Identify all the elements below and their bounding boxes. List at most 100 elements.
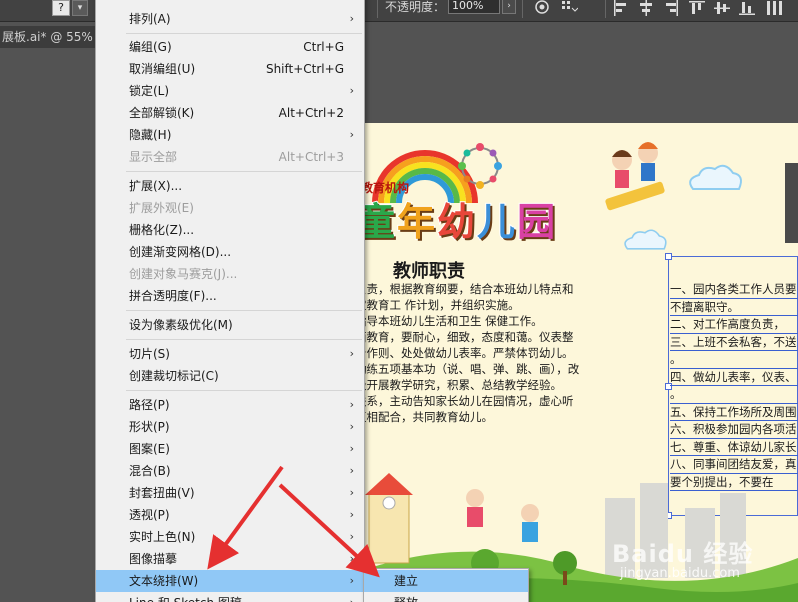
menu-item-unlock-all[interactable]: 全部解锁(K) Alt+Ctrl+2 [96,102,364,124]
menu-item-text-wrap[interactable]: 文本绕排(W) › [96,570,364,592]
menu-divider [126,339,362,340]
duties-text: 负责，根据教育纲要，结合本班幼儿特点和 定教育工 作计划，并组织实施。 指导本班… [355,281,605,425]
toolbar-divider [377,0,378,18]
opacity-label: 不透明度： [385,0,446,14]
menu-item-pixel-perfect[interactable]: 设为像素级优化(M) [96,314,364,336]
menu-item-shortcut: Alt+Ctrl+2 [278,106,344,120]
submenu-arrow-icon: › [349,420,354,433]
watermark-brand: Baidu 经验 [612,540,754,568]
menu-item-lock[interactable]: 锁定(L) › [96,80,364,102]
menu-item-live-paint[interactable]: 实时上色(N) › [96,526,364,548]
object-context-menu: 排列(A) › 编组(G) Ctrl+G 取消编组(U) Shift+Ctrl+G 锁… [95,0,365,602]
ferris-wheel-illustration [458,143,502,189]
menu-item-label: 实时上色(N) [129,530,196,544]
help-toggle-button[interactable]: ? [52,0,70,16]
distribute-icon[interactable] [765,0,783,16]
menu-item-arrange[interactable]: 排列(A) › [96,8,364,30]
submenu-arrow-icon: › [349,128,354,141]
menu-item-label: 排列(A) [129,12,171,26]
menu-item-label: 隐藏(H) [129,128,172,142]
menu-item-blend[interactable]: 混合(B) › [96,460,364,482]
rules-line: 三、上班不会私客，不送 [670,334,798,351]
title-char: 儿 [476,199,518,245]
duties-line: 负责，根据教育纲要，结合本班幼儿特点和 [355,282,574,296]
menu-item-shortcut: Ctrl+G [303,40,344,54]
opacity-input[interactable]: 100% [448,0,500,14]
chevron-down-icon[interactable]: ▾ [72,0,88,16]
menu-item-label: 创建渐变网格(D)... [129,245,232,259]
document-tab[interactable]: 展板.ai* @ 55% [0,26,100,48]
align-horizontal-center-icon[interactable] [637,0,655,16]
submenu-arrow-icon: › [349,12,354,25]
duties-line: 互相配合，共同教育幼儿。 [355,410,493,424]
menu-item-slice[interactable]: 切片(S) › [96,343,364,365]
duties-line: 面教育，要耐心，细致，态度和蔼。仪表整 [355,330,574,344]
menu-item-create-gradient-mesh[interactable]: 创建渐变网格(D)... [96,241,364,263]
align-bottom-icon[interactable] [738,0,756,16]
menu-item-rasterize[interactable]: 栅格化(Z)... [96,219,364,241]
submenu-arrow-icon: › [349,347,354,360]
menu-item-label: 编组(G) [129,40,172,54]
menu-item-label: 封套扭曲(V) [129,486,195,500]
recolor-artwork-icon[interactable] [533,0,551,16]
duties-line: 定教育工 作计划，并组织实施。 [355,298,520,312]
selection-handle[interactable] [665,253,672,260]
menu-item-label: 扩展(X)... [129,179,183,193]
menu-item-shortcut: Alt+Ctrl+3 [278,150,344,164]
kids-pencil-illustration [605,142,665,211]
dark-panel-edge [785,163,798,243]
menu-item-label: Line 和 Sketch 图稿 [129,592,242,602]
menu-item-label: 混合(B) [129,464,171,478]
menu-item-path[interactable]: 路径(P) › [96,394,364,416]
submenu-arrow-icon: › [350,592,354,602]
rules-line: 四、做幼儿表率，仪表、 [670,369,798,386]
menu-item-label: 全部解锁(K) [129,106,195,120]
illustrator-window: ? ▾ 不透明度： 100% › 展板.ai* @ 55% 教育机构 童年幼儿园… [0,0,798,602]
menu-item-ungroup[interactable]: 取消编组(U) Shift+Ctrl+G [96,58,364,80]
menu-item-label: 文本绕排(W) [129,574,199,588]
align-left-icon[interactable] [612,0,630,16]
menu-item-pattern[interactable]: 图案(E) › [96,438,364,460]
menu-item-image-trace[interactable]: 图像描摹 › [96,548,364,570]
menu-item-expand-appearance: 扩展外观(E) [96,197,364,219]
menu-item-create-trim-marks[interactable]: 创建裁切标记(C) [96,365,364,387]
rules-line: 七、尊重、体谅幼儿家长 [670,439,798,456]
menu-divider [126,33,362,34]
menu-item-group[interactable]: 编组(G) Ctrl+G [96,36,364,58]
opacity-dropdown-arrow-icon[interactable]: › [502,0,516,14]
toolbar-divider [605,0,606,18]
rules-line: 二、对工作高度负责， [670,316,798,334]
menu-item-label: 切片(S) [129,347,170,361]
menu-item-label: 创建裁切标记(C) [129,369,219,383]
duties-line: 指导本班幼儿生活和卫生 保健工作。 [355,314,543,328]
menu-item-perspective[interactable]: 透视(P) › [96,504,364,526]
duties-line: 联系，主动告知家长幼儿在园情况，虚心听 [355,394,574,408]
menu-item-envelope-distort[interactable]: 封套扭曲(V) › [96,482,364,504]
submenu-arrow-icon: › [349,398,354,411]
title-char: 年 [396,199,438,245]
menu-item-hide[interactable]: 隐藏(H) › [96,124,364,146]
menu-item-label: 拼合透明度(F)... [129,289,217,303]
menu-item-shape[interactable]: 形状(P) › [96,416,364,438]
menu-item-label: 扩展外观(E) [129,201,194,215]
align-right-icon[interactable] [662,0,680,16]
submenu-arrow-icon: › [349,530,354,543]
menu-item-flatten-transparency[interactable]: 拼合透明度(F)... [96,285,364,307]
menu-item-label: 透视(P) [129,508,170,522]
menu-item-label: 路径(P) [129,398,170,412]
duties-line: 身作则、处处做幼儿表率。严禁体罚幼儿。 [355,346,574,360]
title-char: 幼 [436,199,478,245]
align-grid-icon[interactable] [560,0,579,16]
menu-item-line-and-sketch[interactable]: Line 和 Sketch 图稿 › [96,592,364,602]
watermark-url: jingyan.baidu.com [620,566,740,581]
align-top-icon[interactable] [688,0,706,16]
menu-item-label: 设为像素级优化(M) [129,318,233,332]
align-vertical-center-icon[interactable] [713,0,731,16]
submenu-item-release[interactable]: 释放 [364,592,528,602]
submenu-arrow-icon: › [349,486,354,499]
menu-item-expand[interactable]: 扩展(X)... [96,175,364,197]
submenu-item-make[interactable]: 建立 [364,570,528,592]
menu-item-label: 图像描摹 [129,552,178,566]
menu-item-label: 取消编组(U) [129,62,196,76]
submenu-arrow-icon: › [349,464,354,477]
